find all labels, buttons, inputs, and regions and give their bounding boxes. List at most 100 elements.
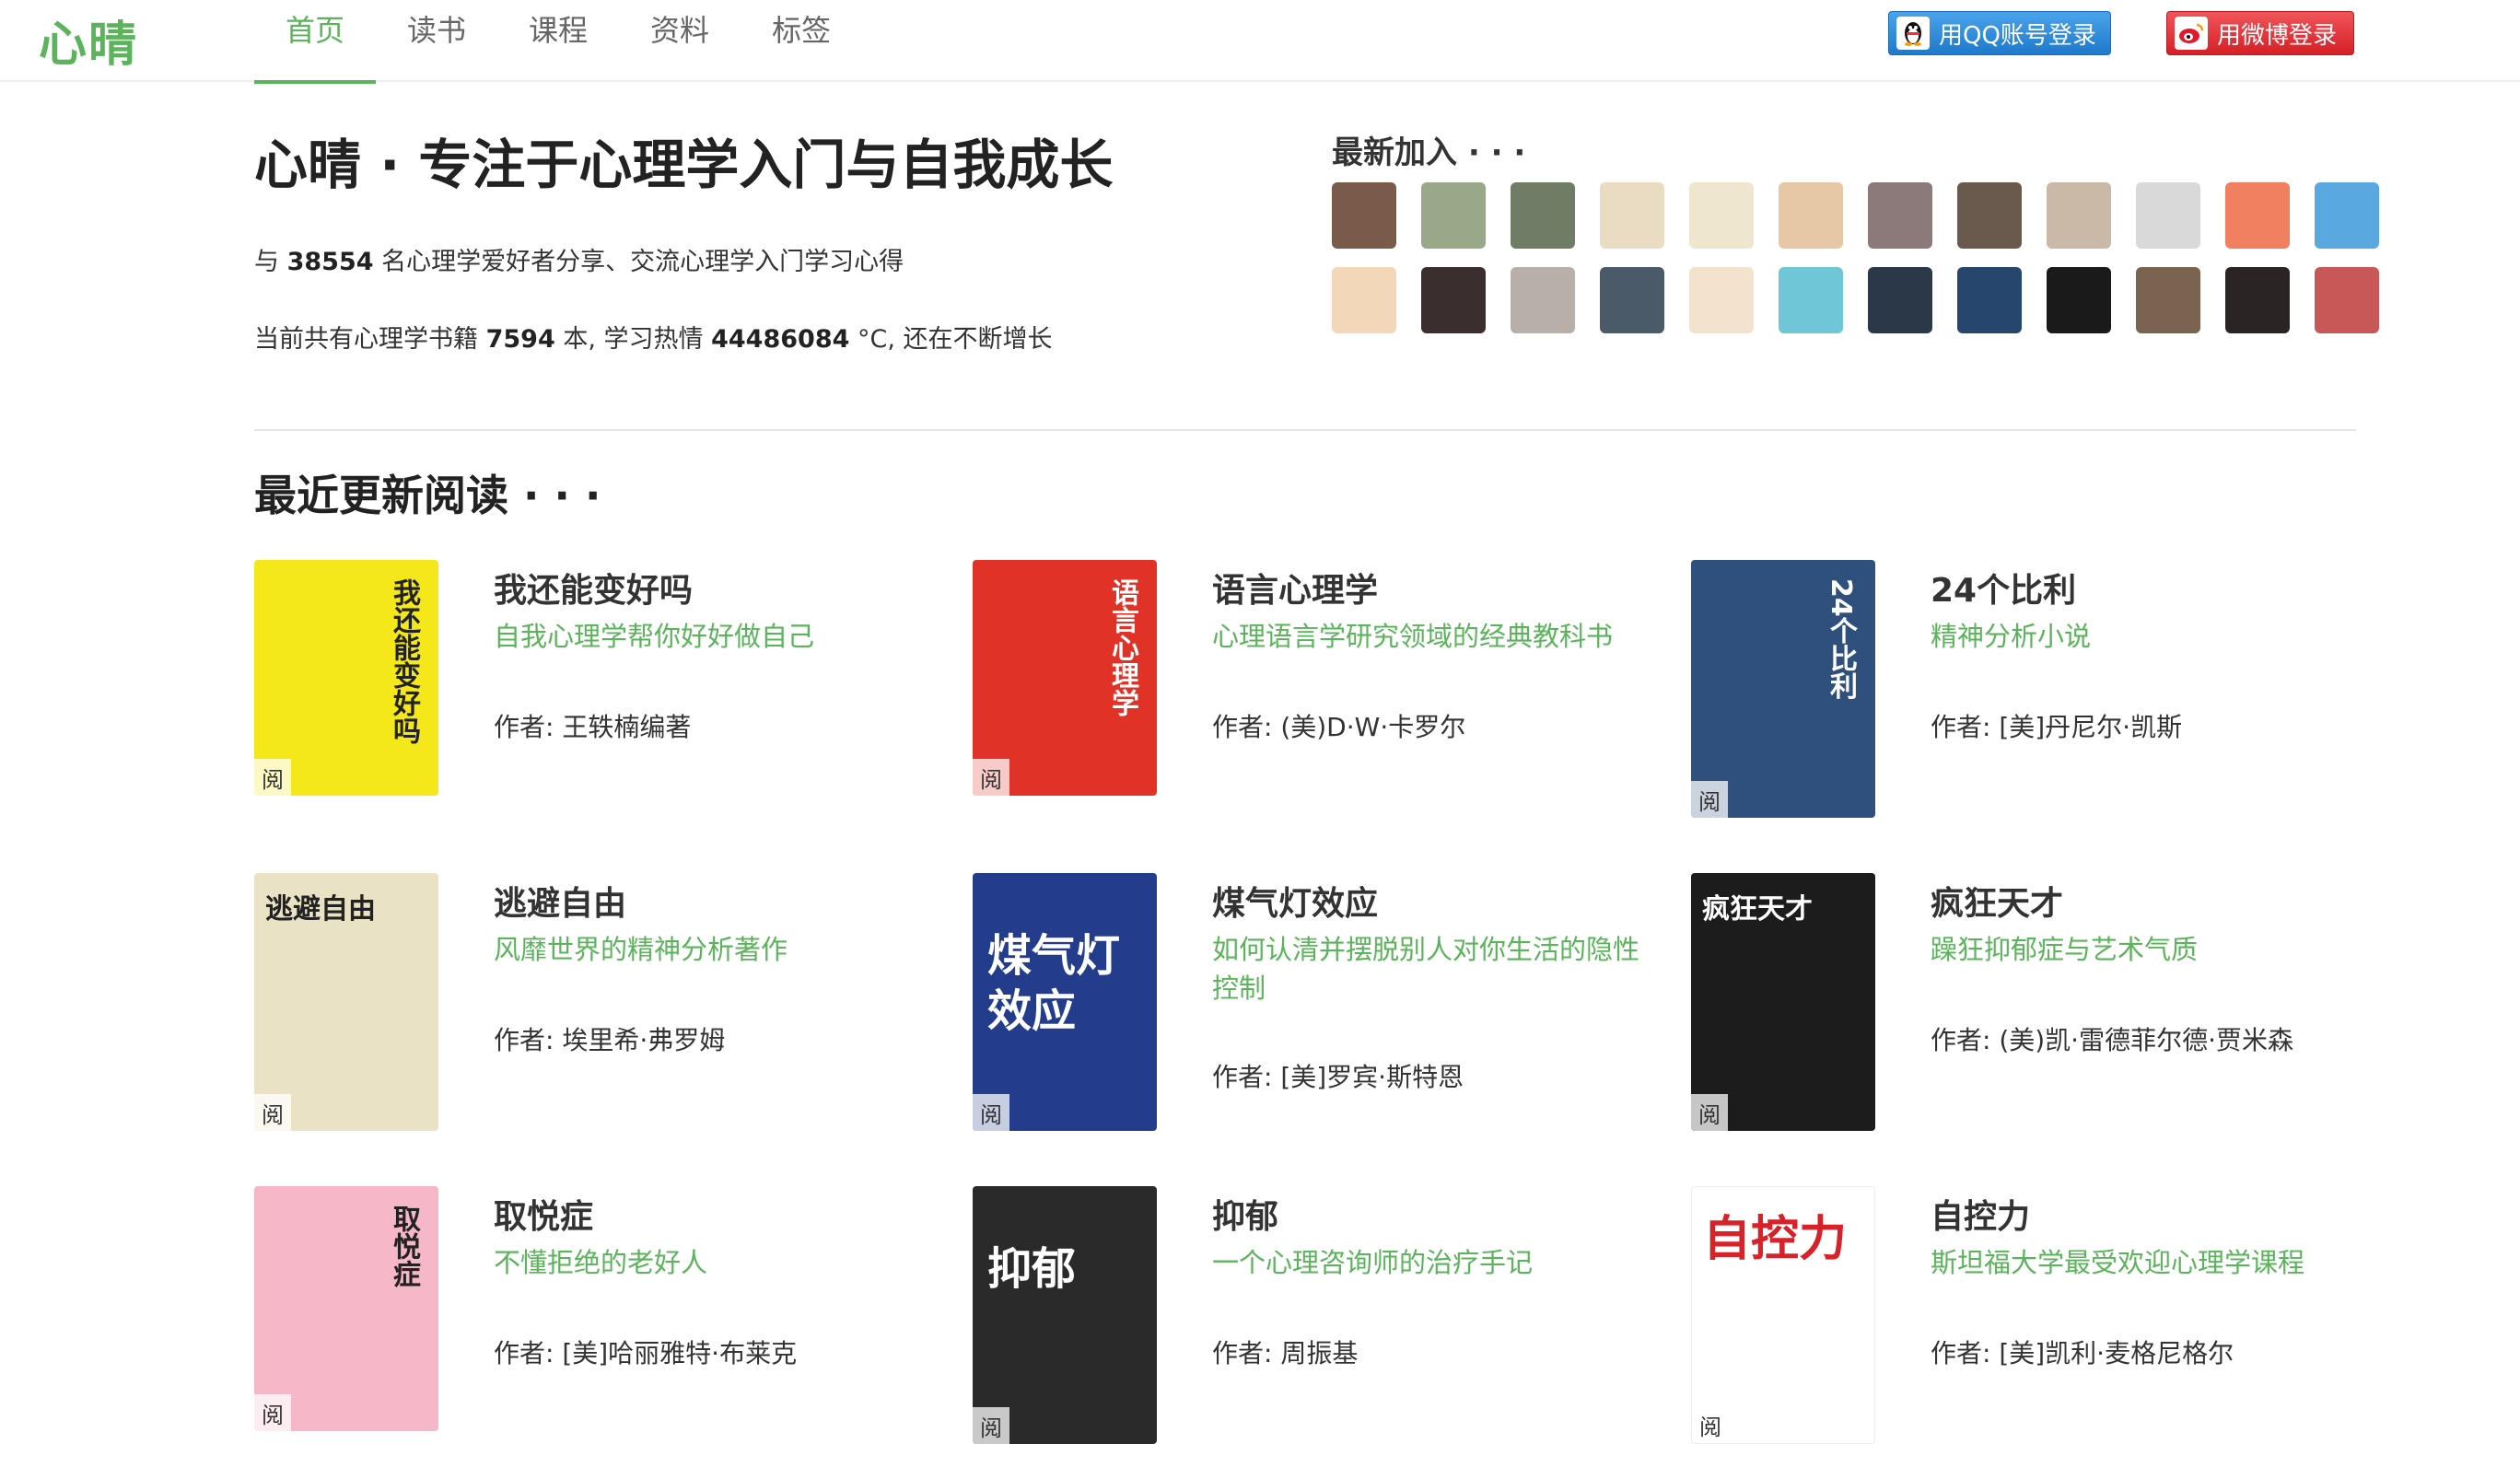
top-navbar: 心晴 首页 读书 课程 资料 标签 用QQ账号登录 用微博登录 <box>0 0 2520 84</box>
book-item[interactable]: 抑郁阅抑郁 一个心理咨询师的治疗手记 作者: 周振基 <box>973 1186 1673 1453</box>
book-author: 作者: 王轶楠编著 <box>494 712 692 742</box>
book-cover[interactable]: 逃避自由阅 <box>254 873 438 1131</box>
book-subtitle[interactable]: 斯坦福大学最受欢迎心理学课程 <box>1931 1243 2363 1282</box>
book-cover[interactable]: 自控力阅 <box>1691 1186 1875 1444</box>
read-badge: 阅 <box>1691 781 1728 818</box>
book-author: 作者: 周振基 <box>1212 1338 1359 1368</box>
book-item[interactable]: 语言心理学阅语言心理学 心理语言学研究领域的经典教科书 作者: (美)D·W·卡罗尔 <box>973 560 1673 827</box>
weibo-login-button[interactable]: 用微博登录 <box>2166 11 2354 55</box>
member-avatar[interactable] <box>1511 267 1575 333</box>
qq-login-label: 用QQ账号登录 <box>1939 21 2096 50</box>
member-avatar[interactable] <box>1689 182 1754 249</box>
book-cover[interactable]: 煤气灯效应阅 <box>973 873 1157 1131</box>
member-avatar[interactable] <box>2225 267 2290 333</box>
book-cover[interactable]: 疯狂天才阅 <box>1691 873 1875 1131</box>
member-avatar[interactable] <box>1421 267 1486 333</box>
book-title[interactable]: 取悦症 <box>494 1190 593 1238</box>
member-avatar[interactable] <box>1332 182 1396 249</box>
book-title[interactable]: 抑郁 <box>1212 1190 1278 1238</box>
book-title[interactable]: 自控力 <box>1931 1190 2030 1238</box>
book-item[interactable]: 逃避自由阅 逃避自由风靡世界的精神分析著作作者: 埃里希·弗罗姆 <box>254 873 954 1140</box>
site-logo[interactable]: 心晴 <box>39 6 138 75</box>
book-author: 作者: [美]罗宾·斯特恩 <box>1212 1062 1464 1092</box>
book-subtitle[interactable]: 自我心理学帮你好好做自己 <box>494 617 927 656</box>
member-avatar[interactable] <box>1421 182 1486 249</box>
member-avatar[interactable] <box>2047 182 2111 249</box>
book-subtitle[interactable]: 一个心理咨询师的治疗手记 <box>1212 1243 1645 1282</box>
latest-members-title: 最新加入 · · · <box>1332 134 1526 171</box>
book-title[interactable]: 语言心理学 <box>1212 564 1378 611</box>
heat-count: 44486084 <box>711 325 850 354</box>
book-author: 作者: [美]丹尼尔·凯斯 <box>1931 712 2183 742</box>
book-subtitle[interactable]: 如何认清并摆脱别人对你生活的隐性控制 <box>1212 930 1645 1007</box>
member-avatar[interactable] <box>2225 182 2290 249</box>
book-cover-title: 取悦症 <box>388 1205 420 1287</box>
member-avatar[interactable] <box>1332 267 1396 333</box>
book-cover[interactable]: 取悦症阅 <box>254 1186 438 1431</box>
book-title[interactable]: 疯狂天才 <box>1931 877 2063 925</box>
book-title[interactable]: 煤气灯效应 <box>1212 877 1378 925</box>
member-avatar[interactable] <box>1600 267 1664 333</box>
qq-login-button[interactable]: 用QQ账号登录 <box>1888 11 2111 55</box>
read-badge: 阅 <box>973 1407 1009 1444</box>
nav-tags[interactable]: 标签 <box>741 0 862 82</box>
book-author: 作者: [美]凯利·麦格尼格尔 <box>1931 1338 2234 1368</box>
book-stats-suffix: °C, 还在不断增长 <box>858 325 1053 354</box>
nav-home[interactable]: 首页 <box>254 0 377 84</box>
book-cover[interactable]: 语言心理学阅 <box>973 560 1157 796</box>
member-avatar[interactable] <box>1779 267 1843 333</box>
nav-resources[interactable]: 资料 <box>619 0 741 82</box>
read-badge: 阅 <box>254 1394 291 1431</box>
book-author: 作者: (美)D·W·卡罗尔 <box>1212 712 1466 742</box>
member-avatar[interactable] <box>2047 267 2111 333</box>
section-divider <box>254 429 2356 431</box>
book-author: 作者: 埃里希·弗罗姆 <box>494 1025 726 1055</box>
member-avatar[interactable] <box>2136 182 2200 249</box>
book-stats-mid: 本, 学习热情 <box>563 325 704 354</box>
member-avatar[interactable] <box>1868 267 1932 333</box>
weibo-icon <box>2175 17 2208 50</box>
book-item[interactable]: 疯狂天才阅 疯狂天才躁狂抑郁症与艺术气质作者: (美)凯·雷德菲尔德·贾米森 <box>1691 873 2391 1140</box>
weibo-login-label: 用微博登录 <box>2217 21 2338 50</box>
book-cover[interactable]: 24个比利阅 <box>1691 560 1875 818</box>
member-avatar[interactable] <box>1957 182 2022 249</box>
book-cover-title: 抑郁 <box>987 1243 1077 1295</box>
book-subtitle[interactable]: 精神分析小说 <box>1931 617 2363 656</box>
book-cover-title: 语言心理学 <box>1106 578 1138 716</box>
member-count: 38554 <box>286 248 374 276</box>
read-badge: 阅 <box>973 1094 1009 1131</box>
book-item[interactable]: 24个比利阅 24个比利精神分析小说作者: [美]丹尼尔·凯斯 <box>1691 560 2391 827</box>
member-avatar[interactable] <box>1600 182 1664 249</box>
member-avatar[interactable] <box>2315 182 2379 249</box>
member-avatar[interactable] <box>2136 267 2200 333</box>
member-avatar[interactable] <box>1689 267 1754 333</box>
book-author: 作者: [美]哈丽雅特·布莱克 <box>494 1338 798 1368</box>
book-cover[interactable]: 抑郁阅 <box>973 1186 1157 1444</box>
book-title[interactable]: 逃避自由 <box>494 877 626 925</box>
member-count-line: 与 38554 名心理学爱好者分享、交流心理学入门学习心得 <box>254 241 904 277</box>
member-avatar[interactable] <box>1957 267 2022 333</box>
book-subtitle[interactable]: 不懂拒绝的老好人 <box>494 1243 927 1282</box>
book-cover[interactable]: 我还能变好吗阅 <box>254 560 438 796</box>
nav-books[interactable]: 读书 <box>376 0 497 82</box>
book-item[interactable]: 煤气灯效应阅 煤气灯效应如何认清并摆脱别人对你生活的隐性控制作者: [美]罗宾·斯… <box>973 873 1673 1140</box>
book-cover-title: 自控力 <box>1703 1212 1848 1267</box>
book-subtitle[interactable]: 躁狂抑郁症与艺术气质 <box>1931 930 2363 969</box>
book-title[interactable]: 我还能变好吗 <box>494 564 693 611</box>
member-count-suffix: 名心理学爱好者分享、交流心理学入门学习心得 <box>381 248 904 276</box>
book-author: 作者: (美)凯·雷德菲尔德·贾米森 <box>1931 1025 2293 1055</box>
read-badge: 阅 <box>1692 1406 1729 1443</box>
book-subtitle[interactable]: 心理语言学研究领域的经典教科书 <box>1212 617 1645 656</box>
book-item[interactable]: 取悦症阅取悦症 不懂拒绝的老好人 作者: [美]哈丽雅特·布莱克 <box>254 1186 954 1453</box>
nav-courses[interactable]: 课程 <box>497 0 619 82</box>
member-avatar[interactable] <box>2315 267 2379 333</box>
book-count: 7594 <box>485 325 555 354</box>
book-item[interactable]: 自控力阅自控力 斯坦福大学最受欢迎心理学课程 作者: [美]凯利·麦格尼格尔 <box>1691 1186 2391 1453</box>
member-avatar[interactable] <box>1779 182 1843 249</box>
book-title[interactable]: 24个比利 <box>1931 564 2076 611</box>
book-item[interactable]: 我还能变好吗阅 我还能变好吗自我心理学帮你好好做自己作者: 王轶楠编著 <box>254 560 954 827</box>
read-badge: 阅 <box>1691 1094 1728 1131</box>
member-avatar[interactable] <box>1868 182 1932 249</box>
book-subtitle[interactable]: 风靡世界的精神分析著作 <box>494 930 927 969</box>
member-avatar[interactable] <box>1511 182 1575 249</box>
